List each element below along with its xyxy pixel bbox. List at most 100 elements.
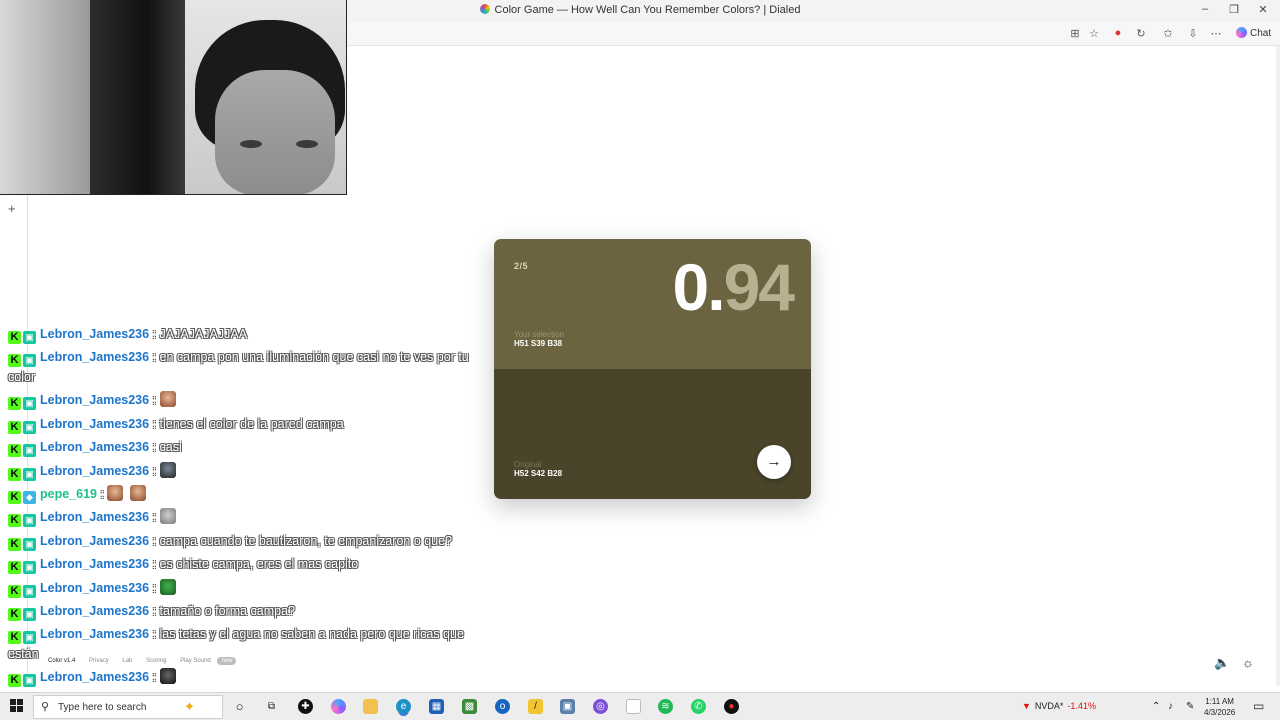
add-tab-icon[interactable]: +: [8, 201, 16, 216]
privacy-link[interactable]: Privacy: [89, 658, 109, 664]
play-sound-link[interactable]: Play Sound: [180, 658, 211, 664]
chat-message: K ◆ pepe_619 :: [8, 484, 493, 507]
webcam-person-eye-left: [240, 140, 262, 148]
notifications-icon[interactable]: ▭: [1253, 699, 1264, 713]
site-footer: Color v1.4 Privacy Lab Scoring Play Soun…: [48, 657, 248, 665]
subscriber-badge-icon: ▣: [23, 631, 36, 645]
version-label: Color v1.4: [48, 658, 76, 664]
chat-username: Lebron_James236: [40, 557, 150, 572]
subscriber-badge-icon: ▣: [23, 397, 36, 411]
kick-badge-icon: K: [8, 490, 21, 504]
minimize-button[interactable]: –: [1195, 3, 1215, 15]
kick-badge-icon: K: [8, 537, 21, 551]
chat-username: Lebron_James236: [40, 580, 150, 595]
chat-username: Lebron_James236: [40, 627, 150, 642]
page-scrollbar[interactable]: [1276, 46, 1280, 686]
extension-icon[interactable]: ●: [1111, 27, 1125, 39]
apps-grid-icon[interactable]: ⊞: [1068, 27, 1082, 40]
subscriber-badge-icon: ▣: [23, 354, 36, 368]
tray-overflow-chevron-up-icon[interactable]: ⌃: [1152, 701, 1160, 712]
app-icon-game[interactable]: ✚: [298, 699, 313, 714]
chat-username: Lebron_James236: [40, 327, 150, 341]
favorite-star-icon[interactable]: ☆: [1087, 27, 1101, 40]
chat-message: K ▣ Lebron_James236 : tienes el color de l…: [8, 414, 493, 437]
lab-link[interactable]: Lab: [122, 658, 132, 664]
app-icon-media[interactable]: ▣: [560, 699, 575, 714]
emote-face-icon: [159, 668, 176, 685]
outlook-icon[interactable]: o: [495, 699, 510, 714]
sound-icon[interactable]: 🔈: [1214, 655, 1230, 671]
subscriber-badge-icon: ▣: [23, 674, 36, 688]
cortana-icon[interactable]: ○: [232, 699, 247, 714]
clock-date: 4/3/2026: [1204, 708, 1236, 717]
more-menu-icon[interactable]: ⋯: [1209, 27, 1223, 40]
spotify-icon[interactable]: ≋: [658, 699, 673, 714]
chat-text: :: [152, 510, 157, 525]
chat-message: K ▣ Lebron_James236 : es chiste campa, ere…: [8, 554, 493, 577]
chat-message: K ▣ Lebron_James236 : en campa pon una ilu…: [8, 347, 493, 390]
chat-username: Lebron_James236: [40, 670, 150, 685]
kick-badge-icon: K: [8, 331, 21, 344]
bot-badge-icon: ◆: [23, 490, 36, 504]
whatsapp-icon[interactable]: ✆: [691, 699, 706, 714]
app-icon-record[interactable]: ●: [724, 699, 739, 714]
app-icon-notes[interactable]: /: [528, 699, 543, 714]
taskbar-search-box[interactable]: ⚲ Type here to search ✦: [33, 695, 223, 719]
original-swatch: [494, 369, 811, 499]
taskbar-clock[interactable]: 1:11 AM 4/3/2026: [1204, 696, 1235, 718]
kick-badge-icon: K: [8, 467, 21, 481]
notepad-icon[interactable]: [626, 699, 641, 714]
webcam-person-eye-right: [296, 140, 318, 148]
windows-start-icon[interactable]: [10, 699, 24, 713]
selection-label: Your selection: [514, 330, 564, 339]
file-explorer-icon[interactable]: [363, 699, 378, 714]
chat-text: :: [152, 580, 157, 595]
downloads-icon[interactable]: ⇩: [1186, 27, 1200, 40]
edge-browser-icon[interactable]: e: [396, 699, 411, 714]
subscriber-badge-icon: ▣: [23, 514, 36, 528]
next-round-button[interactable]: →: [757, 445, 791, 479]
kick-badge-icon: K: [8, 561, 21, 575]
chat-text: :: [152, 463, 157, 478]
theme-toggle-icon[interactable]: ☼: [1242, 655, 1254, 670]
subscriber-badge-icon: ▣: [23, 607, 36, 621]
chat-text: : tienes el color de la pared campa: [152, 416, 344, 431]
favorites-icon[interactable]: ✩: [1161, 27, 1175, 40]
copilot-chat-button[interactable]: Chat: [1236, 27, 1271, 39]
chat-username: Lebron_James236: [40, 463, 150, 478]
volume-tray-icon[interactable]: ♪: [1168, 701, 1173, 712]
task-view-icon[interactable]: ⧉: [264, 699, 279, 714]
round-counter: 2/5: [514, 261, 529, 271]
chat-username: Lebron_James236: [40, 533, 150, 548]
emote-face-icon: [159, 461, 176, 478]
app-icon-chat[interactable]: ◎: [593, 699, 608, 714]
store-icon[interactable]: ▦: [429, 699, 444, 714]
score-display: 0.94: [672, 249, 795, 325]
webcam-background-door: [90, 0, 185, 194]
chat-username: Lebron_James236: [40, 416, 150, 431]
restore-button[interactable]: ❐: [1224, 3, 1244, 16]
chat-text: : JAJAJAJAJJAA: [152, 327, 248, 341]
refresh-extension-icon[interactable]: ↻: [1134, 27, 1148, 40]
score-decimal: 94: [723, 250, 795, 324]
chat-message: K ▣ Lebron_James236 :: [8, 461, 493, 484]
score-integer: 0.: [672, 250, 726, 324]
scoring-link[interactable]: Scoring: [146, 658, 166, 664]
chat-text: :: [152, 393, 157, 408]
minecraft-icon[interactable]: ▩: [462, 699, 477, 714]
kick-badge-icon: K: [8, 674, 21, 688]
search-icon: ⚲: [41, 701, 50, 713]
pen-tray-icon[interactable]: ✎: [1186, 701, 1194, 712]
copilot-app-icon[interactable]: [331, 699, 346, 714]
new-badge: new: [217, 657, 237, 665]
kick-badge-icon: K: [8, 631, 21, 645]
kick-badge-icon: K: [8, 607, 21, 621]
chat-text: :: [100, 486, 104, 501]
copilot-icon: [1236, 27, 1247, 38]
chat-message: K ▣ Lebron_James236 :: [8, 667, 493, 690]
stock-widget[interactable]: ▼ NVDA* -1.41%: [1022, 701, 1096, 711]
screen: Color Game — How Well Can You Remember C…: [0, 0, 1280, 720]
close-window-button[interactable]: ✕: [1253, 3, 1273, 16]
chat-message: K ▣ Lebron_James236 : campa cuando te baut…: [8, 531, 493, 554]
clock-time: 1:11 AM: [1205, 697, 1234, 706]
